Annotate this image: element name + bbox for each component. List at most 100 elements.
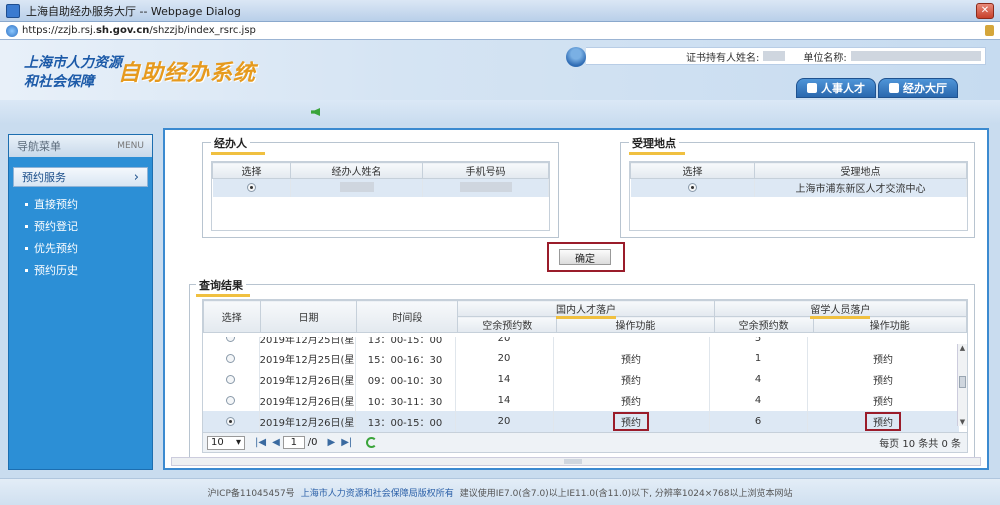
table-row[interactable]: 2019年12月26日(星 13：00-15：00 20 预约 6 预约 — [203, 411, 959, 432]
agent-name-redacted — [339, 182, 374, 193]
prev-page-icon[interactable]: ◀ — [272, 437, 280, 448]
location-legend: 受理地点 — [629, 135, 685, 155]
total-pages: /0 — [307, 437, 318, 448]
main-panel: 经办人 选择 经办人姓名 手机号码 受理地点 选择 受理地点 上海市浦东新区人才… — [163, 128, 989, 470]
slot-date: 2019年12月26日(星 — [259, 411, 356, 432]
slot-radio[interactable] — [226, 395, 236, 405]
results-body-table: 2019年12月25日(星 13：00-15：00 20 5 2019年12月2… — [203, 337, 959, 432]
sidebar-item-booking-register[interactable]: 预约登记 — [9, 215, 152, 237]
results-legend: 查询结果 — [196, 277, 250, 297]
slot-dom-action[interactable] — [553, 337, 710, 348]
results-col-date: 日期 — [259, 300, 358, 333]
user-icon — [566, 47, 586, 67]
window-titlebar: 上海自助经办服务大厅 -- Webpage Dialog ✕ — [0, 0, 1000, 22]
agent-legend: 经办人 — [211, 135, 265, 155]
results-vertical-scrollbar[interactable]: ▲ ▼ — [957, 344, 967, 426]
slot-date: 2019年12月25日(星 — [259, 337, 356, 348]
slot-ovs-action[interactable] — [807, 337, 959, 348]
confirm-button[interactable]: 确定 — [559, 249, 611, 265]
chevron-down-icon: ▾ — [235, 437, 241, 448]
hscroll-thumb[interactable] — [564, 459, 582, 464]
slot-ovs-action[interactable]: 预约 — [807, 390, 959, 411]
location-radio[interactable] — [687, 182, 697, 192]
confirm-highlight: 确定 — [547, 242, 625, 272]
slot-dom-remaining: 20 — [455, 337, 554, 348]
chevron-right-icon: › — [133, 169, 139, 185]
slot-ovs-action[interactable]: 预约 — [807, 369, 959, 390]
table-row[interactable]: 2019年12月25日(星 15：00-16：30 20 预约 1 预约 — [203, 348, 959, 369]
sidebar-item-booking-service[interactable]: 预约服务 › — [13, 167, 148, 187]
unit-label: 单位名称: — [803, 52, 847, 64]
agent-radio[interactable] — [246, 182, 256, 192]
results-pager: 10 ▾ |◀ ◀ 1 /0 ▶ ▶| 每页 10 条共 0 条 — [203, 432, 967, 452]
next-page-icon[interactable]: ▶ — [328, 437, 336, 448]
slot-dom-action-highlighted[interactable]: 预约 — [613, 412, 649, 431]
location-col-select: 选择 — [630, 162, 755, 179]
url-text: https://zzjb.rsj.sh.gov.cn/shzzjb/index_… — [22, 25, 256, 36]
close-button[interactable]: ✕ — [976, 3, 994, 19]
window-title: 上海自助经办服务大厅 -- Webpage Dialog — [26, 4, 241, 18]
tab-hall[interactable]: 经办大厅 — [878, 78, 958, 98]
page-input[interactable]: 1 — [282, 436, 305, 449]
scroll-thumb[interactable] — [959, 376, 966, 388]
table-row[interactable] — [212, 178, 549, 197]
slot-ovs-action[interactable]: 预约 — [807, 348, 959, 369]
holder-label: 证书持有人姓名: — [686, 52, 760, 64]
agent-col-phone: 手机号码 — [422, 162, 549, 179]
scroll-down-icon[interactable]: ▼ — [959, 418, 966, 426]
sidebar-item-priority-booking[interactable]: 优先预约 — [9, 237, 152, 259]
slot-dom-remaining: 20 — [455, 411, 554, 432]
agent-phone-redacted — [459, 182, 512, 193]
bullet-icon — [25, 246, 28, 250]
refresh-icon[interactable] — [366, 437, 378, 448]
table-row[interactable]: 2019年12月26日(星 09：00-10：30 14 预约 4 预约 — [203, 369, 959, 390]
agent-col-name: 经办人姓名 — [290, 162, 423, 179]
table-row[interactable]: 2019年12月26日(星 10：30-11：30 14 预约 4 预约 — [203, 390, 959, 411]
agent-table: 选择 经办人姓名 手机号码 — [212, 162, 549, 197]
agent-table-wrap: 选择 经办人姓名 手机号码 — [211, 161, 550, 231]
slot-dom-remaining: 14 — [455, 369, 554, 390]
location-table: 选择 受理地点 上海市浦东新区人才交流中心 — [630, 162, 967, 197]
slot-date: 2019年12月26日(星 — [259, 390, 356, 411]
slot-dom-action[interactable]: 预约 — [553, 348, 710, 369]
scroll-up-icon[interactable]: ▲ — [959, 344, 966, 352]
speaker-icon[interactable] — [311, 108, 320, 116]
table-row[interactable]: 2019年12月25日(星 13：00-15：00 20 5 — [203, 337, 959, 348]
ie-icon — [6, 24, 18, 37]
user-info-bar: 证书持有人姓名: 单位名称: — [586, 47, 986, 65]
slot-dom-action[interactable]: 预约 — [553, 369, 710, 390]
footer-owner: 上海市人力资源和社会保障局版权所有 — [300, 488, 454, 499]
results-group-domestic: 国内人才落户 — [457, 300, 715, 319]
logo-line2: 和社会保障 — [24, 74, 94, 90]
last-page-icon[interactable]: ▶| — [341, 437, 352, 448]
page-size-select[interactable]: 10 ▾ — [207, 435, 245, 450]
slot-radio[interactable] — [226, 337, 236, 342]
location-name: 上海市浦东新区人才交流中心 — [754, 178, 967, 197]
slot-dom-action[interactable]: 预约 — [553, 390, 710, 411]
slot-radio[interactable] — [226, 374, 236, 384]
results-col-time: 时间段 — [356, 300, 459, 333]
slot-date: 2019年12月25日(星 — [259, 348, 356, 369]
location-col-location: 受理地点 — [754, 162, 967, 179]
footer-advice: 建议使用IE7.0(含7.0)以上IE11.0(含11.0)以下, 分辨率102… — [459, 488, 793, 499]
personnel-icon — [807, 83, 817, 93]
slot-radio[interactable] — [226, 353, 236, 363]
slot-ovs-action-highlighted[interactable]: 预约 — [865, 412, 901, 431]
tab-personnel[interactable]: 人事人才 — [796, 78, 876, 98]
main-horizontal-scrollbar[interactable] — [171, 457, 981, 466]
slot-date: 2019年12月26日(星 — [259, 369, 356, 390]
results-group-overseas: 留学人员落户 — [713, 300, 967, 319]
logo-main: 自助经办系统 — [118, 61, 257, 86]
table-row[interactable]: 上海市浦东新区人才交流中心 — [630, 178, 967, 197]
location-table-wrap: 选择 受理地点 上海市浦东新区人才交流中心 — [629, 161, 968, 231]
slot-radio[interactable] — [226, 416, 236, 426]
bullet-icon — [25, 202, 28, 206]
sidebar-item-booking-history[interactable]: 预约历史 — [9, 259, 152, 281]
results-grid: 选择 日期 时间段 国内人才落户 留学人员落户 空余预约数 操作功能 空余预约数… — [202, 299, 968, 453]
slot-time: 13：00-15：00 — [355, 337, 456, 348]
sidebar-item-direct-booking[interactable]: 直接预约 — [9, 193, 152, 215]
results-col-ovs-remaining: 空余预约数 — [713, 316, 814, 333]
first-page-icon[interactable]: |◀ — [255, 437, 266, 448]
results-col-dom-remaining: 空余预约数 — [457, 316, 558, 333]
footer-icp: 沪ICP备11045457号 — [207, 488, 295, 499]
